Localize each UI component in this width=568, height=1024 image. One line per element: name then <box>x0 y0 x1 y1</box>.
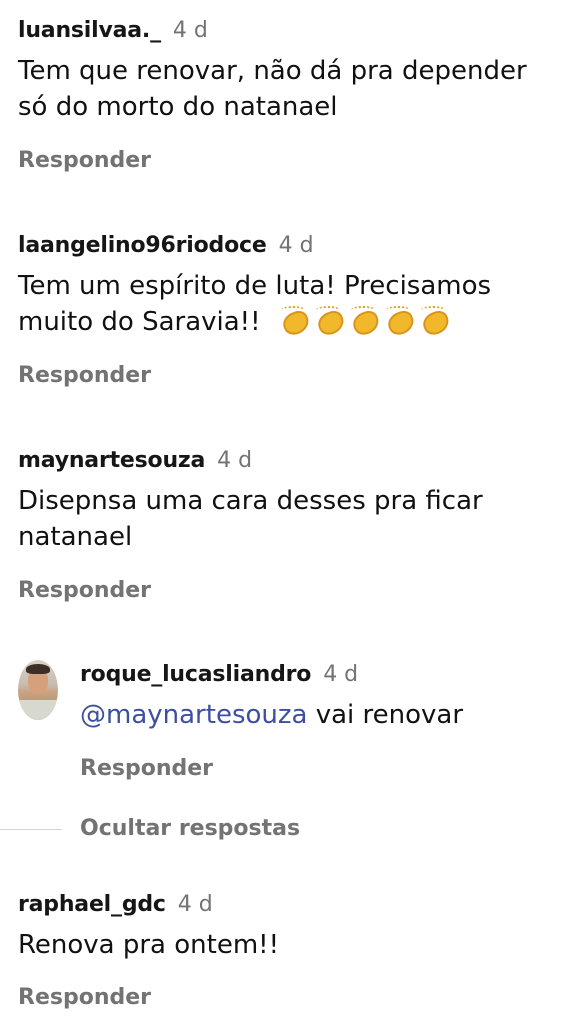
reply-comment: roque_lucasliandro 4 d @maynartesouza va… <box>80 662 568 781</box>
comment-text-line: Tem que renovar, não dá pra depender <box>18 56 527 86</box>
comment-time: 4 d <box>172 18 208 43</box>
avatar[interactable] <box>18 660 58 720</box>
hide-replies-button[interactable]: Ocultar respostas <box>80 816 300 841</box>
comment-text-segment: vai renovar <box>307 700 464 730</box>
clapping-hands-emoji-row <box>277 306 452 337</box>
comment-text-line: Renova pra ontem!! <box>18 930 280 960</box>
comment-text: Tem que renovar, não dá pra depender só … <box>18 53 568 125</box>
reply-button[interactable]: Responder <box>18 148 151 173</box>
reply-button[interactable]: Responder <box>18 578 151 603</box>
clapping-hands-icon <box>347 306 381 334</box>
comment-text: @maynartesouza vai renovar <box>80 697 568 733</box>
comment-text: Tem um espírito de luta! Precisamos muit… <box>18 268 568 340</box>
comment-username[interactable]: raphael_gdc <box>18 892 166 917</box>
comment-time: 4 d <box>323 662 359 687</box>
clapping-hands-icon <box>382 306 416 334</box>
comment: laangelino96riodoce 4 d Tem um espírito … <box>18 233 568 388</box>
avatar-shirt <box>18 700 58 720</box>
mention-link[interactable]: @maynartesouza <box>80 700 307 730</box>
reply-button[interactable]: Responder <box>18 985 151 1010</box>
comment-time: 4 d <box>217 448 253 473</box>
comment-text: Disepnsa uma cara desses pra ficar natan… <box>18 483 568 555</box>
comment-time: 4 d <box>278 233 314 258</box>
comment-username[interactable]: luansilvaa._ <box>18 18 161 43</box>
reply-button[interactable]: Responder <box>80 756 213 781</box>
comment-text-line: muito do Saravia!! <box>18 304 568 340</box>
clapping-hands-icon <box>277 306 311 334</box>
comment: maynartesouza 4 d Disepnsa uma cara dess… <box>18 448 568 603</box>
comment-text-line: só do morto do natanael <box>18 92 338 122</box>
thread-divider <box>0 829 62 830</box>
comment-username[interactable]: maynartesouza <box>18 448 205 473</box>
comment-time: 4 d <box>177 892 213 917</box>
clapping-hands-icon <box>312 306 346 334</box>
comment: raphael_gdc 4 d Renova pra ontem!! Respo… <box>18 892 568 1010</box>
reply-button[interactable]: Responder <box>18 363 151 388</box>
comment-text-segment: muito do Saravia!! <box>18 307 261 337</box>
comment-text-line: Disepnsa uma cara desses pra ficar <box>18 486 483 516</box>
comment-text-line: Tem um espírito de luta! Precisamos <box>18 271 492 301</box>
comment-username[interactable]: laangelino96riodoce <box>18 233 267 258</box>
comment-username[interactable]: roque_lucasliandro <box>80 662 311 687</box>
comment-text-line: natanael <box>18 522 133 552</box>
comment: luansilvaa._ 4 d Tem que renovar, não dá… <box>18 18 568 173</box>
clapping-hands-icon <box>417 306 451 334</box>
comment-text: Renova pra ontem!! <box>18 927 568 963</box>
avatar-hair <box>26 664 50 674</box>
